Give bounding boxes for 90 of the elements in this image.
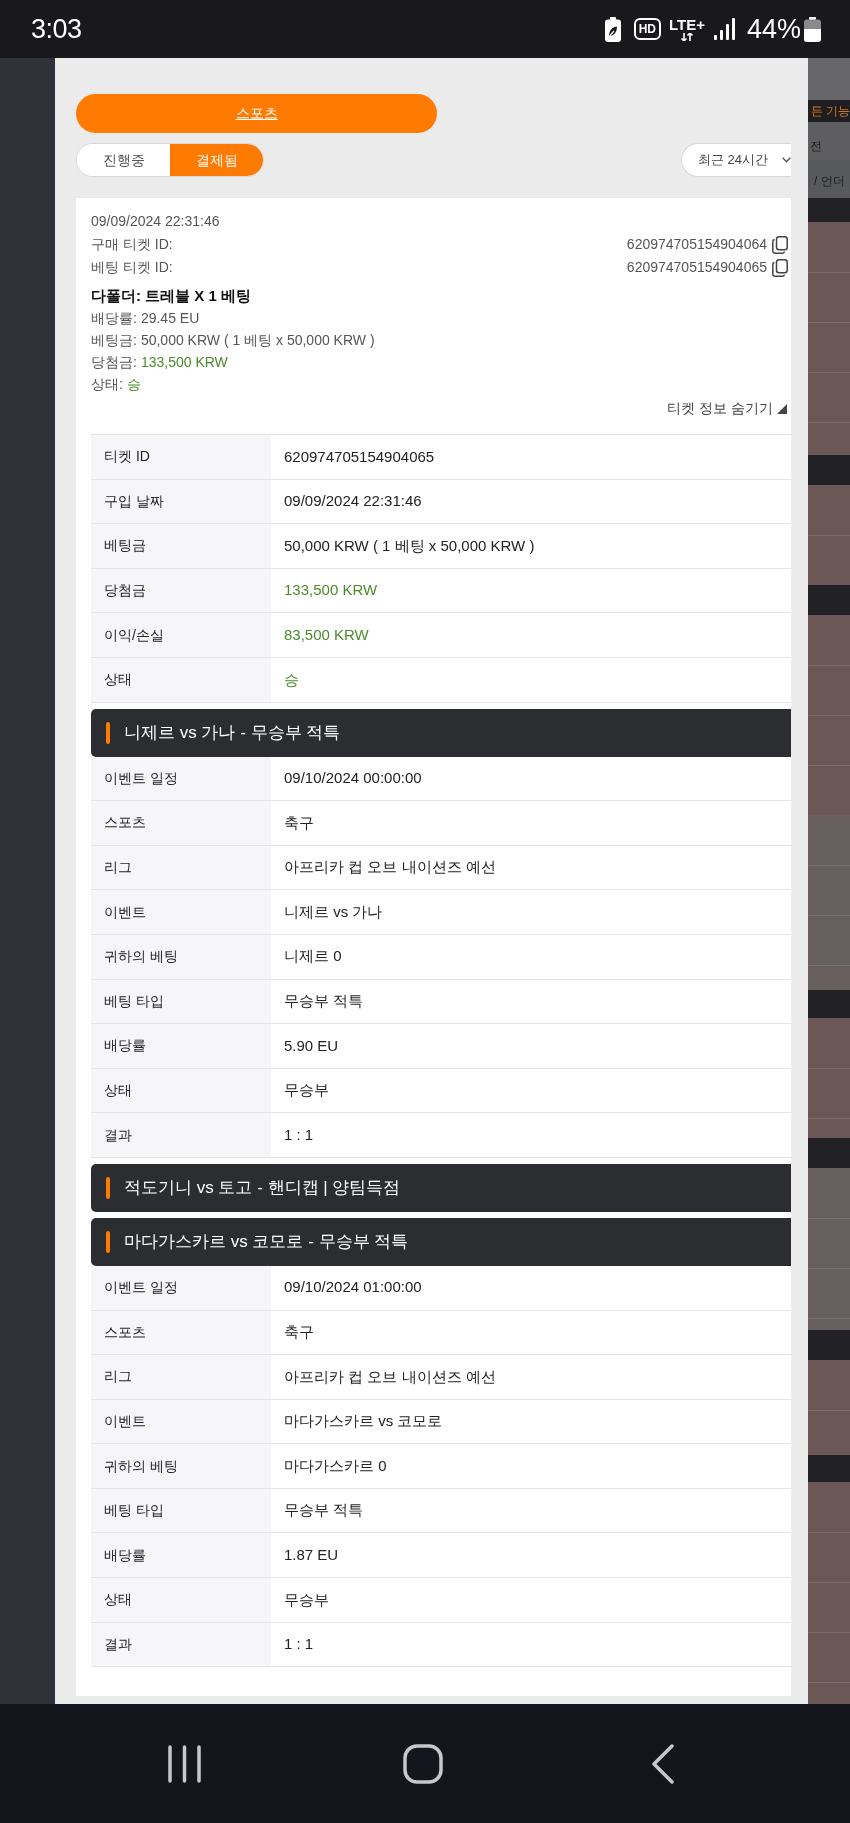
- ticket-id-value: 620974705154904065: [626, 258, 767, 277]
- event-label: 스포츠: [91, 1310, 271, 1355]
- accent-bar-icon: [106, 1230, 110, 1253]
- period-dropdown[interactable]: 최근 24시간: [681, 143, 791, 177]
- ticket-id-label: 구매 티켓 ID:: [91, 235, 173, 254]
- background-text: 든 기능: [811, 103, 850, 119]
- event-label: 배당률: [91, 1533, 271, 1578]
- selection-header[interactable]: 니제르 vs 가나 - 무승부 적특: [91, 708, 791, 757]
- recent-apps-icon[interactable]: [167, 1744, 202, 1783]
- event-label: 리그: [91, 845, 271, 890]
- event-label: 이벤트 일정: [91, 1265, 271, 1310]
- ticket-id-label: 베팅 티켓 ID:: [91, 258, 173, 277]
- chevron-down-icon: [782, 157, 791, 163]
- event-label: 스포츠: [91, 801, 271, 845]
- event-label: 배당률: [91, 1024, 271, 1068]
- event-value: 축구: [283, 812, 315, 833]
- summary-value: 133,500 KRW: [140, 354, 228, 370]
- event-label: 베팅 타입: [91, 1488, 271, 1533]
- event-label: 이벤트: [91, 1399, 271, 1444]
- detail-value: 83,500 KRW: [283, 624, 370, 645]
- accent-bar-icon: [106, 1176, 110, 1199]
- event-value: 1 : 1: [283, 1634, 315, 1655]
- detail-label: 당첨금: [91, 568, 271, 613]
- event-value: 무승부 적특: [283, 991, 365, 1012]
- event-value: 마다가스카르 vs 코모로: [283, 1411, 444, 1432]
- event-label: 결과: [91, 1113, 271, 1157]
- hd-voice-indicator: HD: [633, 18, 661, 40]
- ticket-datetime: 09/09/2024 22:31:46: [91, 212, 221, 231]
- event-value: 1 : 1: [283, 1124, 315, 1145]
- detail-label: 구입 날짜: [91, 479, 271, 524]
- selection-header[interactable]: 마다가스카르 vs 코모로 - 무승부 적특: [91, 1217, 791, 1266]
- summary-value: 50,000 KRW ( 1 베팅 x 50,000 KRW ): [140, 332, 375, 348]
- accent-bar-icon: [106, 721, 110, 744]
- summary-label: 상태:: [91, 376, 123, 392]
- copy-icon[interactable]: [772, 258, 788, 277]
- summary-value: 승: [126, 376, 141, 392]
- back-icon[interactable]: [651, 1743, 674, 1784]
- event-value: 5.90 EU: [283, 1035, 340, 1056]
- summary-label: 베팅금:: [91, 332, 137, 348]
- battery-icon: [804, 16, 821, 42]
- event-value: 니제르 0: [283, 946, 343, 967]
- event-value: 축구: [283, 1322, 315, 1343]
- detail-value: 620974705154904065: [283, 446, 436, 467]
- clock-time: 3:03: [31, 15, 82, 43]
- event-value: 니제르 vs 가나: [283, 901, 384, 922]
- event-label: 상태: [91, 1578, 271, 1622]
- event-value: 09/10/2024 00:00:00: [283, 768, 423, 789]
- event-value: 마다가스카르 0: [283, 1455, 388, 1476]
- network-type-label: LTE+: [668, 17, 705, 32]
- event-value: 무승부: [283, 1589, 330, 1610]
- battery-percentage: 44%: [746, 15, 801, 43]
- event-label: 리그: [91, 1355, 271, 1399]
- event-label: 이벤트: [91, 890, 271, 934]
- event-label: 귀하의 베팅: [91, 934, 271, 979]
- detail-value: 133,500 KRW: [283, 580, 379, 601]
- background-text: 전: [810, 138, 822, 154]
- detail-label: 티켓 ID: [91, 435, 271, 479]
- event-label: 상태: [91, 1068, 271, 1113]
- selection-title: 적도기니 vs 토고 - 핸디캡 | 양팀득점: [124, 1177, 401, 1200]
- home-icon[interactable]: [403, 1743, 443, 1784]
- event-value: 무승부: [283, 1080, 330, 1101]
- selection-header[interactable]: 적도기니 vs 토고 - 핸디캡 | 양팀득점: [91, 1163, 791, 1212]
- ticket-id-value: 620974705154904064: [626, 235, 767, 254]
- event-label: 베팅 타입: [91, 979, 271, 1024]
- signal-icon: [713, 18, 736, 40]
- event-value: 09/10/2024 01:00:00: [283, 1277, 423, 1298]
- event-label: 결과: [91, 1622, 271, 1667]
- copy-icon[interactable]: [772, 235, 788, 254]
- detail-value: 50,000 KRW ( 1 베팅 x 50,000 KRW ): [283, 535, 536, 556]
- summary-label: 당첨금:: [91, 354, 137, 370]
- event-label: 이벤트 일정: [91, 756, 271, 801]
- selection-title: 니제르 vs 가나 - 무승부 적특: [124, 721, 341, 744]
- detail-label: 상태: [91, 657, 271, 702]
- event-value: 1.87 EU: [283, 1545, 340, 1565]
- detail-label: 베팅금: [91, 524, 271, 568]
- event-value: 아프리카 컵 오브 내이션즈 예선: [283, 857, 497, 878]
- data-arrows-icon: [679, 33, 694, 41]
- battery-saver-icon: [604, 16, 621, 42]
- event-value: 무승부 적특: [283, 1500, 365, 1521]
- bet-type-title: 다폴더: 트레블 X 1 베팅: [91, 286, 252, 306]
- summary-value: 29.45 EU: [140, 310, 200, 326]
- detail-label: 이익/손실: [91, 613, 271, 657]
- event-label: 귀하의 베팅: [91, 1444, 271, 1488]
- hide-ticket-info-button[interactable]: 티켓 정보 숨기기: [667, 397, 787, 420]
- detail-value: 09/09/2024 22:31:46: [283, 491, 423, 512]
- selection-title: 마다가스카르 vs 코모로 - 무승부 적특: [124, 1231, 409, 1254]
- background-text: / 언더: [814, 173, 845, 189]
- event-value: 아프리카 컵 오브 내이션즈 예선: [283, 1366, 497, 1387]
- summary-label: 배당률:: [91, 310, 137, 326]
- detail-value: 승: [283, 669, 300, 690]
